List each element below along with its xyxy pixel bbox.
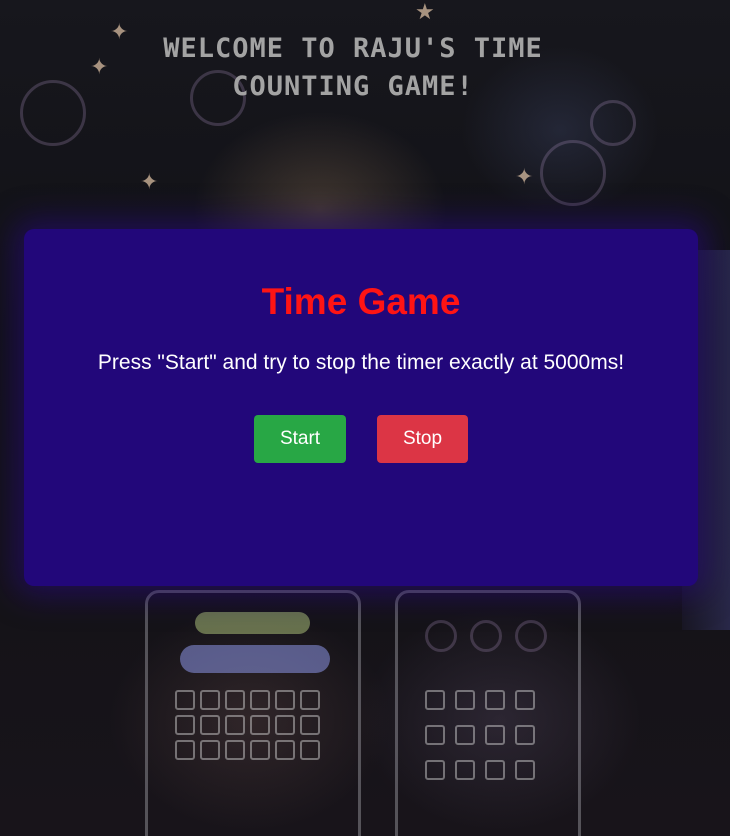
dial-decoration <box>470 620 502 652</box>
stack-bar <box>180 645 330 673</box>
key-cell <box>300 690 320 710</box>
key-cell <box>515 690 535 710</box>
key-cell <box>250 715 270 735</box>
start-button[interactable]: Start <box>254 415 346 463</box>
key-cell <box>275 715 295 735</box>
key-cell <box>275 690 295 710</box>
key-cell <box>250 690 270 710</box>
key-cell <box>175 740 195 760</box>
key-cell <box>425 725 445 745</box>
key-cell <box>225 715 245 735</box>
star-icon: ✦ <box>515 165 534 190</box>
key-cell <box>485 690 505 710</box>
key-cell <box>455 760 475 780</box>
key-cell <box>200 690 220 710</box>
game-title: Time Game <box>261 281 461 322</box>
key-cell <box>485 760 505 780</box>
key-cell <box>300 715 320 735</box>
key-cell <box>515 760 535 780</box>
star-icon: ✦ <box>140 170 159 195</box>
game-instructions: Press "Start" and try to stop the timer … <box>97 351 625 374</box>
key-cell <box>175 715 195 735</box>
stop-button[interactable]: Stop <box>377 415 468 463</box>
key-cell <box>515 725 535 745</box>
key-cell <box>425 760 445 780</box>
key-cell <box>250 740 270 760</box>
key-cell <box>225 740 245 760</box>
key-cell <box>455 725 475 745</box>
key-cell <box>300 740 320 760</box>
dial-decoration <box>425 620 457 652</box>
welcome-heading: WELCOME TO RAJU'S TIME COUNTING GAME! <box>0 30 706 106</box>
key-cell <box>275 740 295 760</box>
key-cell <box>225 690 245 710</box>
key-cell <box>200 740 220 760</box>
welcome-line-2: COUNTING GAME! <box>232 71 474 102</box>
key-cell <box>485 725 505 745</box>
key-cell <box>425 690 445 710</box>
key-cell <box>455 690 475 710</box>
star-icon: ★ <box>415 0 435 25</box>
welcome-line-1: WELCOME TO RAJU'S TIME <box>163 33 543 64</box>
key-cell <box>200 715 220 735</box>
dial-decoration <box>540 140 606 206</box>
circle-decoration <box>590 100 636 146</box>
stack-bar <box>195 612 310 634</box>
dial-decoration <box>515 620 547 652</box>
key-cell <box>175 690 195 710</box>
